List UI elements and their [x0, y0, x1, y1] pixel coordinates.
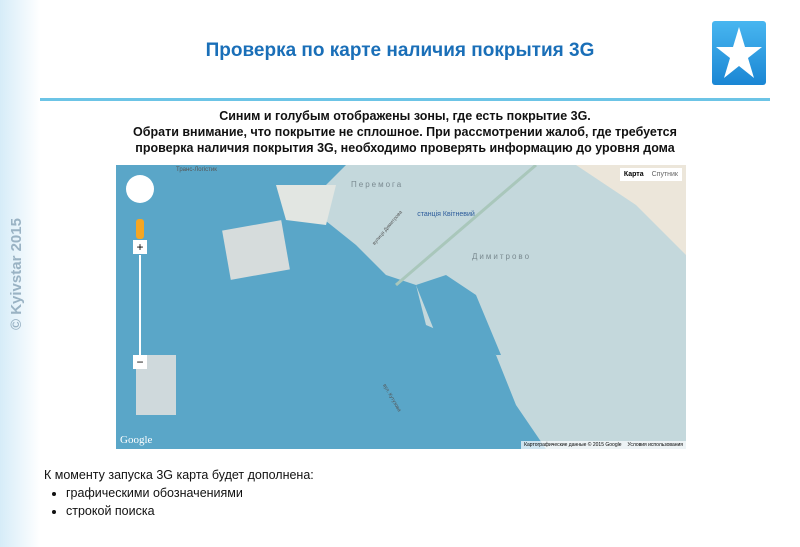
map-label: Перемога [351, 180, 404, 189]
copyright: © Kyivstar 2015 [8, 218, 25, 330]
map-label: Димитрово [472, 252, 532, 261]
intro-line: Синим и голубым отображены зоны, где ест… [219, 109, 591, 123]
footer-text: К моменту запуска 3G карта будет дополне… [44, 468, 314, 482]
intro-text: Синим и голубым отображены зоны, где ест… [40, 108, 770, 156]
divider [40, 98, 770, 101]
footer-note: К моменту запуска 3G карта будет дополне… [44, 466, 314, 520]
google-logo: Google [120, 434, 153, 446]
coverage-area [116, 165, 546, 449]
pegman-icon[interactable] [136, 219, 144, 239]
map-attribution: Картографические данные © 2015 Google [524, 442, 622, 448]
zoom-out-button[interactable]: − [133, 355, 147, 369]
coverage-map[interactable]: + − Карта Спутник Транс-Логістик Перемог… [116, 165, 686, 449]
map-label: станція Квітневий [417, 211, 475, 218]
list-item: строкой поиска [66, 502, 314, 520]
zoom-in-button[interactable]: + [133, 240, 147, 254]
map-label: Транс-Логістик [176, 167, 217, 173]
zoom-slider[interactable] [139, 255, 141, 355]
intro-line: Обрати внимание, что покрытие не сплошно… [133, 125, 677, 139]
map-type-map[interactable]: Карта [620, 168, 648, 181]
page-title: Проверка по карте наличия покрытия 3G [205, 40, 595, 61]
intro-line: проверка наличия покрытия 3G, необходимо… [135, 141, 675, 155]
pan-control[interactable] [126, 175, 154, 203]
map-type-satellite[interactable]: Спутник [648, 168, 682, 181]
terms-link[interactable]: Условия использования [628, 442, 684, 448]
kyivstar-logo [712, 21, 766, 85]
list-item: графическими обозначениями [66, 484, 314, 502]
